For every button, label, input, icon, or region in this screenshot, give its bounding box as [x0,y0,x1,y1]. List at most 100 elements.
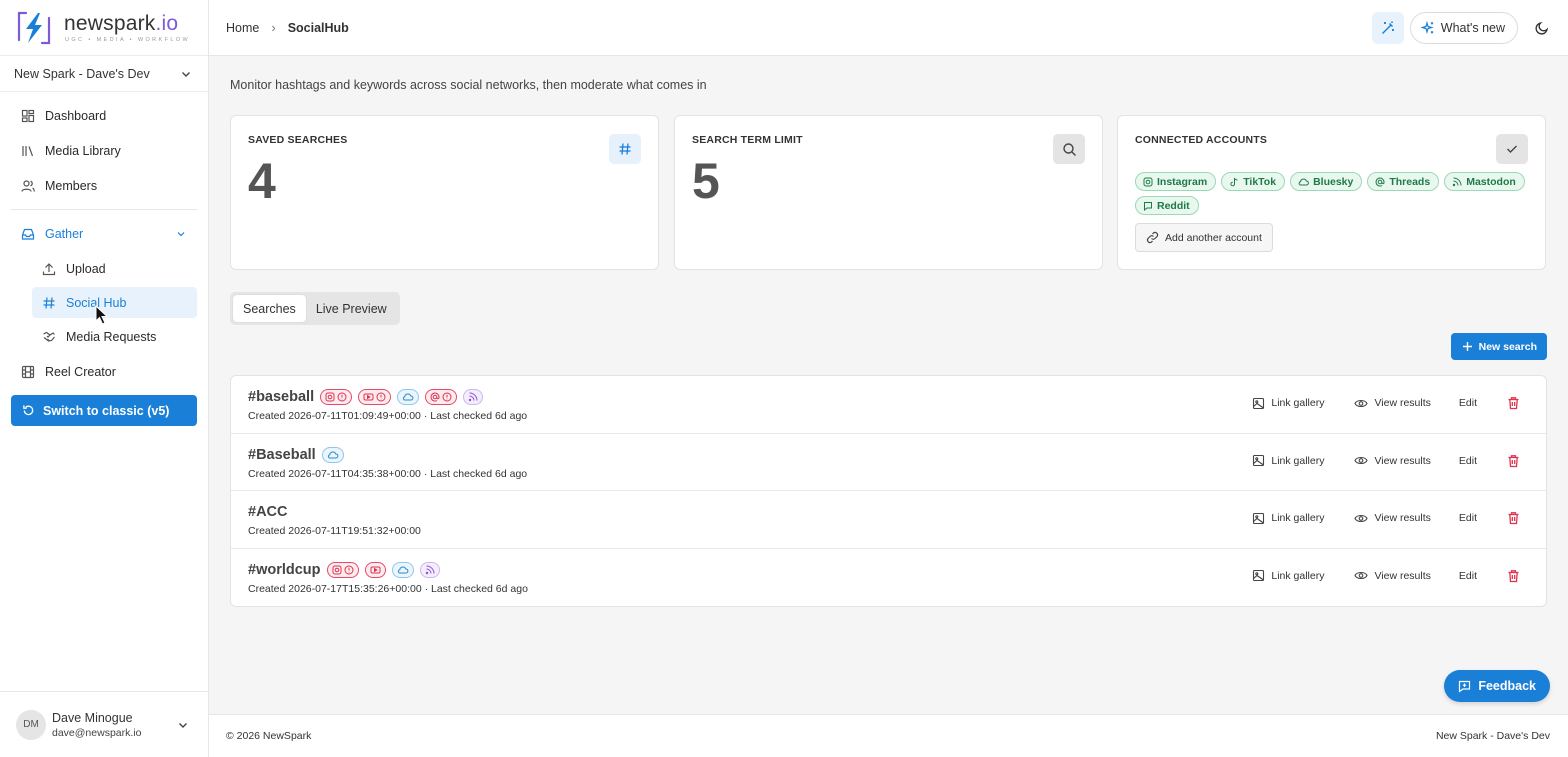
view-results-label: View results [1374,569,1431,582]
eye-icon [1354,514,1369,522]
trash-icon[interactable] [1507,569,1520,583]
search-meta: Created 2026-07-17T15:35:26+00:00 · Last… [248,582,528,595]
view-tabs: Searches Live Preview [230,292,400,325]
sidebar-item-label: Media Requests [66,329,157,344]
edit-button[interactable]: Edit [1459,455,1477,467]
list-item[interactable]: #worldcup Created 2026-07-17T15:35:26+00… [231,549,1546,607]
list-item[interactable]: #Baseball Created 2026-07-11T04:35:38+00… [231,434,1546,491]
film-icon [21,365,35,378]
sidebar-item-gather[interactable]: Gather [0,216,208,251]
magic-wand-button[interactable] [1371,12,1404,44]
link-gallery-button[interactable]: Link gallery [1252,454,1324,467]
breadcrumb-current: SocialHub [287,20,349,35]
nav-divider [11,209,197,210]
link-gallery-button[interactable]: Link gallery [1252,512,1324,525]
user-menu[interactable]: DM Dave Minogue dave@newspark.io [0,691,208,757]
alert-circle-icon [442,392,452,402]
sidebar-item-upload[interactable]: Upload [0,251,208,286]
view-results-button[interactable]: View results [1354,397,1431,410]
check-badge [1496,134,1528,164]
mastodon-badge [463,389,484,405]
sidebar: newspark.io UGC • MEDIA • WORKFLOW New S… [0,0,209,757]
link-gallery-button[interactable]: Link gallery [1252,397,1324,410]
account-name: Instagram [1157,175,1208,188]
account-name: Mastodon [1466,175,1516,188]
search-term[interactable]: #baseball [248,389,314,405]
search-meta: Created 2026-07-11T19:51:32+00:00 [248,525,421,537]
tab-searches[interactable]: Searches [233,295,306,322]
search-term[interactable]: #Baseball [248,447,316,463]
edit-button[interactable]: Edit [1459,512,1477,524]
threads-warning-badge [425,389,458,405]
image-icon [1253,454,1265,467]
sidebar-item-media-library[interactable]: Media Library [0,133,208,168]
view-results-button[interactable]: View results [1354,454,1431,467]
instagram-warning-badge [320,389,353,405]
bluesky-badge [397,389,420,405]
footer-org: New Spark - Dave's Dev [1435,730,1550,742]
instagram-warning-badge [326,561,359,578]
sidebar-item-label: Members [45,178,98,193]
new-search-button[interactable]: New search [1450,333,1547,360]
youtube-icon [370,566,381,573]
feedback-button[interactable]: Feedback [1444,670,1550,702]
image-icon [1253,569,1265,582]
youtube-icon [363,393,374,401]
list-item[interactable]: #ACC Created 2026-07-11T19:51:32+00:00 L… [231,491,1546,549]
edit-button[interactable]: Edit [1459,397,1477,409]
account-name: TikTok [1243,175,1277,188]
tab-live-preview[interactable]: Live Preview [306,295,397,322]
search-term-limit-label: SEARCH TERM LIMIT [692,134,803,146]
sparkle-icon [1420,21,1434,35]
refresh-icon [23,405,34,416]
youtube-badge [364,561,386,578]
user-email: dave@newspark.io [52,726,142,739]
breadcrumb: Home › SocialHub [226,20,349,35]
hash-icon [43,296,55,309]
eye-icon [1354,571,1369,580]
image-icon [1253,397,1265,409]
account-pill-mastodon: Mastodon [1444,172,1525,191]
connected-accounts-label: CONNECTED ACCOUNTS [1135,134,1268,146]
sidebar-item-dashboard[interactable]: Dashboard [0,98,208,133]
trash-icon[interactable] [1507,511,1520,525]
switch-to-classic-button[interactable]: Switch to classic (v5) [11,395,197,426]
plus-icon [1462,342,1472,351]
view-results-button[interactable]: View results [1354,569,1431,582]
logo-tagline: UGC • MEDIA • WORKFLOW [65,37,191,43]
dashboard-icon [21,109,35,122]
sidebar-item-reel-creator[interactable]: Reel Creator [0,354,208,389]
sidebar-item-social-hub[interactable]: Social Hub [32,287,197,318]
sidebar-item-members[interactable]: Members [0,168,208,203]
link-gallery-button[interactable]: Link gallery [1252,569,1324,582]
trash-icon[interactable] [1507,454,1520,468]
account-pill-reddit: Reddit [1135,196,1199,215]
breadcrumb-home[interactable]: Home [226,21,259,35]
search-term[interactable]: #ACC [248,504,287,520]
org-selector[interactable]: New Spark - Dave's Dev [0,56,208,92]
logo[interactable]: newspark.io UGC • MEDIA • WORKFLOW [0,0,208,56]
link-icon [1146,231,1159,244]
account-pill-bluesky: Bluesky [1290,172,1363,191]
trash-icon[interactable] [1507,396,1520,410]
search-term-limit-value: 5 [692,153,720,209]
connected-accounts-card: CONNECTED ACCOUNTS Instagram TikTok Blue… [1117,115,1546,270]
cloud-icon [1298,178,1309,185]
edit-button[interactable]: Edit [1459,570,1477,582]
account-pill-tiktok: TikTok [1221,172,1286,191]
main-content: Monitor hashtags and keywords across soc… [209,56,1568,714]
cloud-icon [397,565,408,573]
whats-new-label: What's new [1440,21,1505,35]
moon-icon[interactable] [1534,20,1550,36]
view-results-button[interactable]: View results [1354,512,1431,525]
org-selector-label: New Spark - Dave's Dev [14,66,150,81]
add-another-account-button[interactable]: Add another account [1135,223,1273,252]
whats-new-button[interactable]: What's new [1409,12,1518,44]
eye-icon [1354,399,1369,407]
alert-circle-icon [337,392,347,402]
rss-icon [425,565,435,574]
eye-icon [1354,456,1369,465]
account-name: Threads [1389,175,1431,188]
search-term[interactable]: #worldcup [248,562,321,578]
list-item[interactable]: #baseball Created 2026-07-11T01:09:49+00… [231,376,1546,434]
